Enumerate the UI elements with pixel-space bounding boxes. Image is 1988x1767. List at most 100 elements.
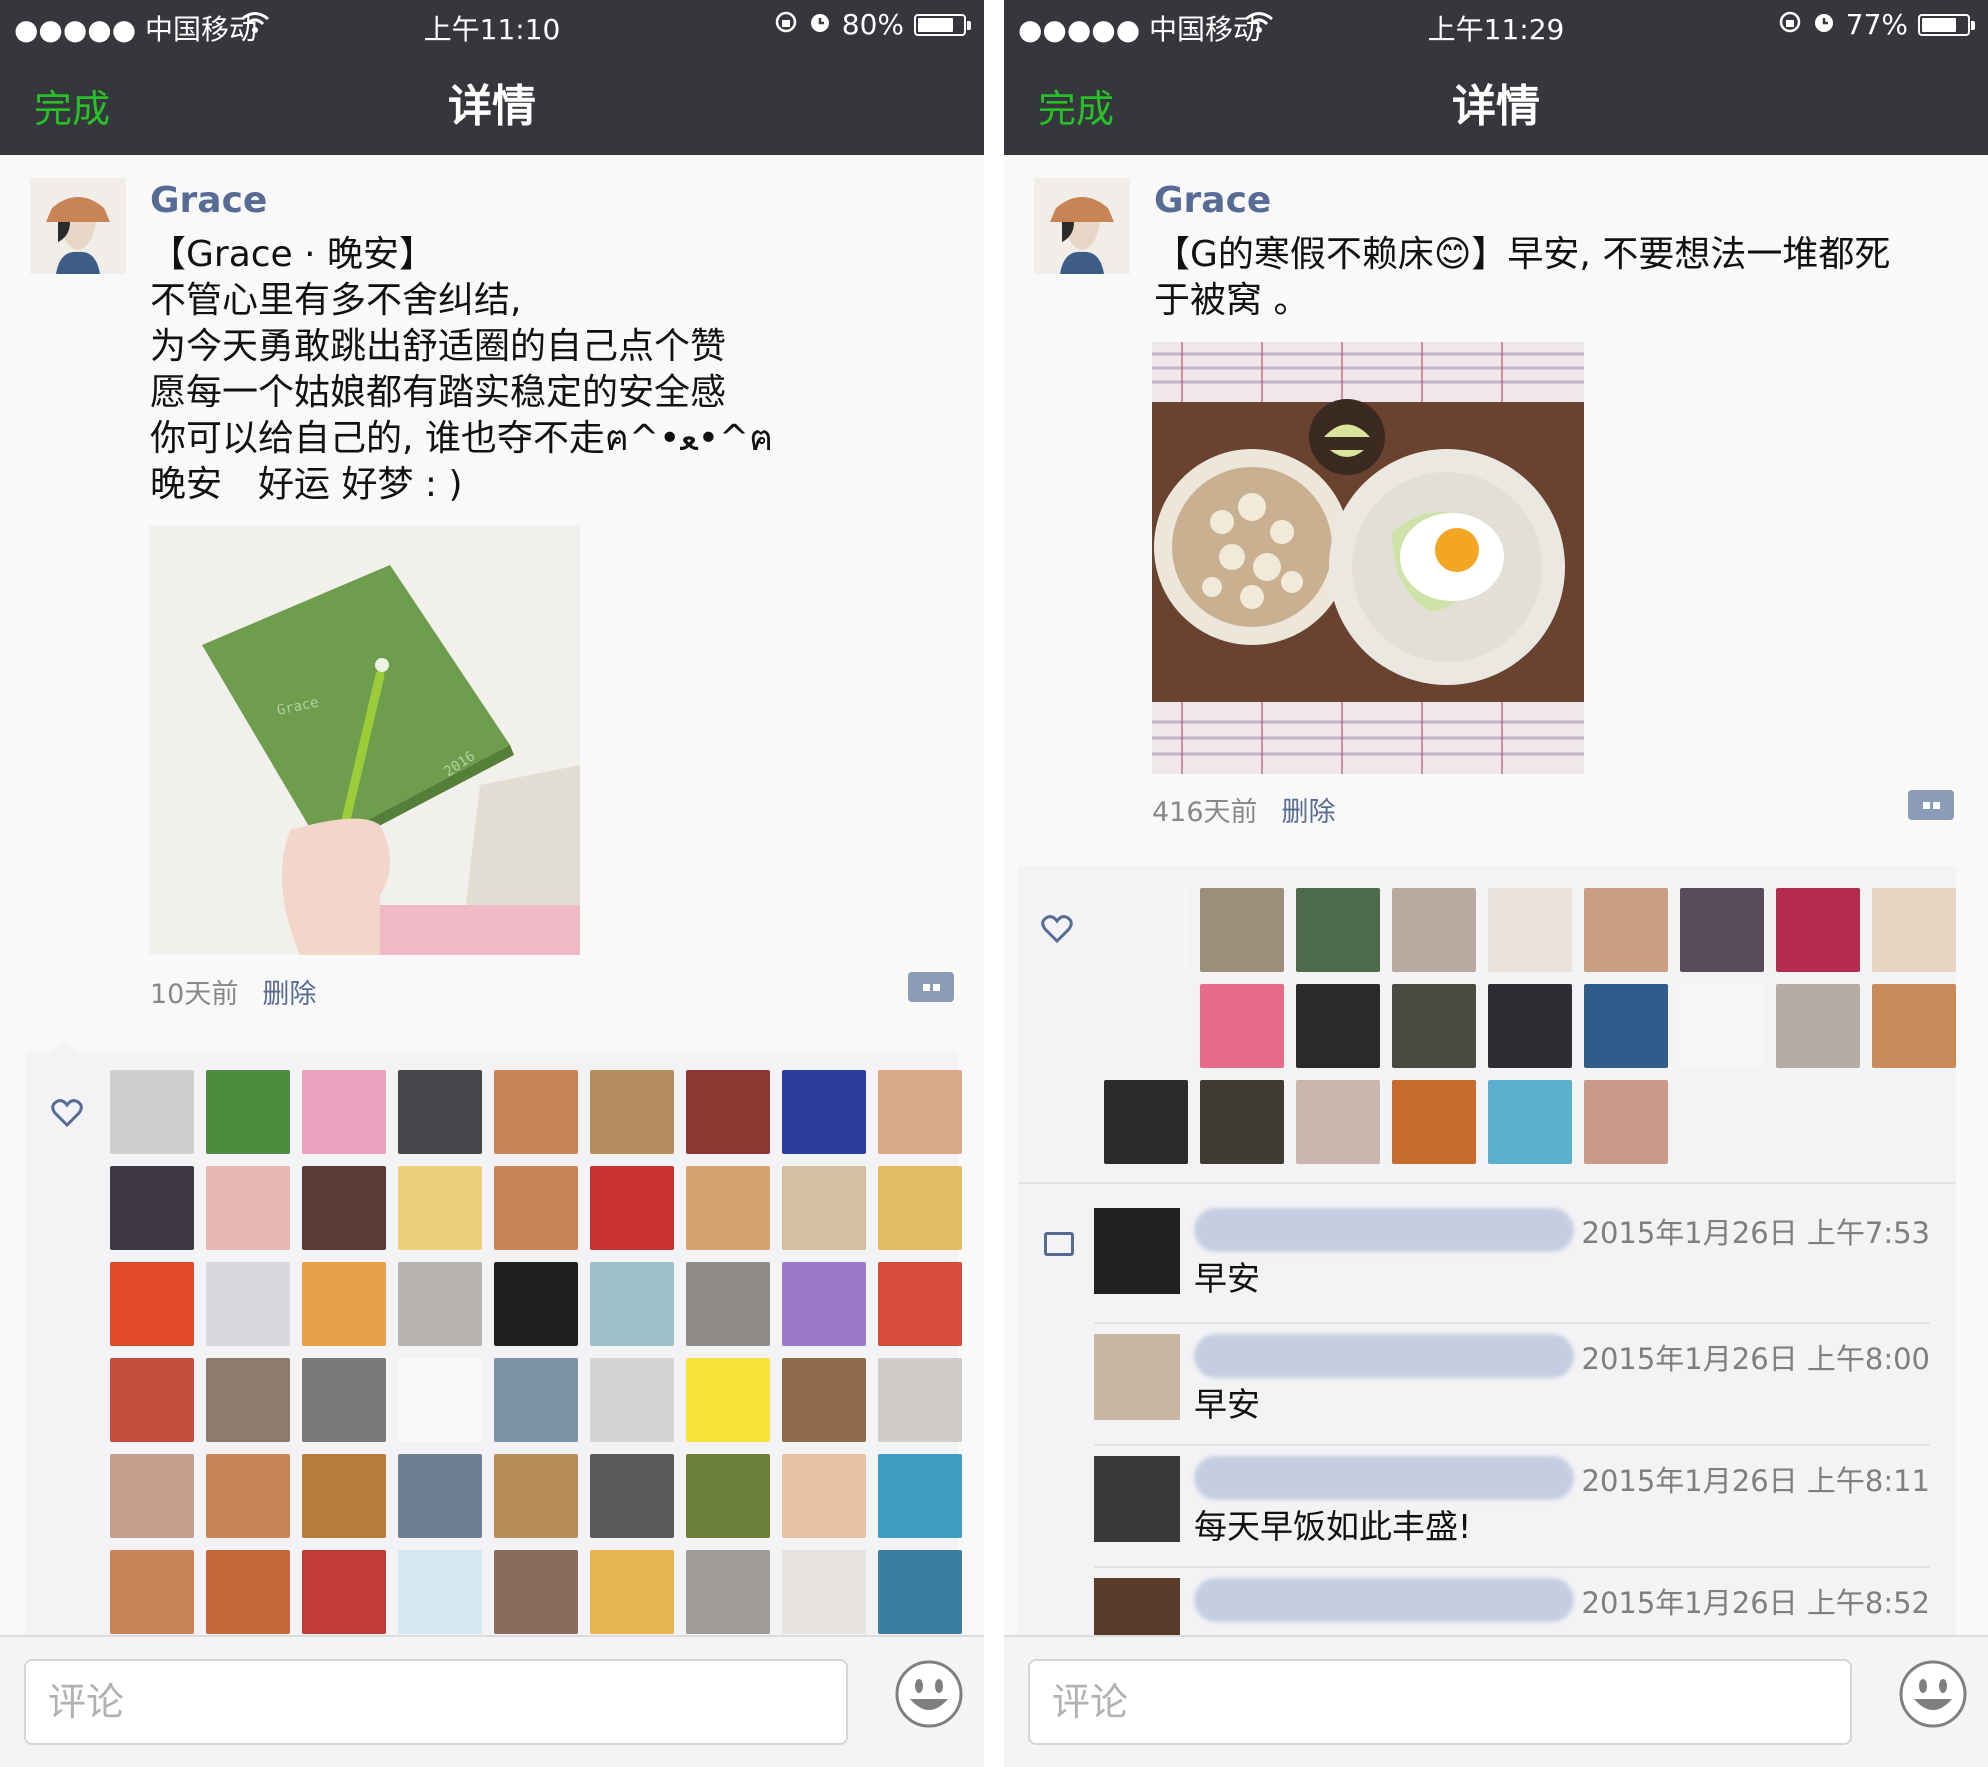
liker-avatar[interactable] [686, 1550, 770, 1634]
liker-avatar[interactable] [398, 1550, 482, 1634]
liker-avatar[interactable] [494, 1070, 578, 1154]
liker-avatar[interactable] [686, 1262, 770, 1346]
liker-avatar[interactable] [782, 1262, 866, 1346]
liker-avatar[interactable] [686, 1358, 770, 1442]
liker-avatar[interactable] [302, 1454, 386, 1538]
commenter-avatar[interactable] [1094, 1456, 1180, 1542]
liker-avatar[interactable] [1104, 1080, 1188, 1164]
liker-avatar[interactable] [494, 1262, 578, 1346]
comment-input[interactable]: 评论 [1028, 1659, 1852, 1745]
liker-avatar[interactable] [110, 1262, 194, 1346]
liker-avatar[interactable] [302, 1166, 386, 1250]
author-name[interactable]: Grace [1154, 180, 1271, 221]
liker-avatar[interactable] [206, 1454, 290, 1538]
liker-avatar[interactable] [1104, 984, 1188, 1068]
liker-avatar[interactable] [1584, 984, 1668, 1068]
liker-avatar[interactable] [686, 1454, 770, 1538]
liker-avatar[interactable] [878, 1166, 962, 1250]
commenter-avatar[interactable] [1094, 1208, 1180, 1294]
liker-avatar[interactable] [878, 1358, 962, 1442]
comment-item[interactable]: 2015年1月26日 上午7:53 早安 [1094, 1196, 1956, 1320]
liker-avatar[interactable] [1200, 888, 1284, 972]
liker-avatar[interactable] [206, 1070, 290, 1154]
liker-avatar[interactable] [110, 1550, 194, 1634]
liker-avatar[interactable] [1488, 888, 1572, 972]
liker-avatar[interactable] [782, 1358, 866, 1442]
emoji-icon[interactable] [1898, 1659, 1968, 1729]
liker-avatar[interactable] [1104, 888, 1188, 972]
post-photo[interactable] [1152, 342, 1584, 774]
liker-avatar[interactable] [1680, 888, 1764, 972]
liker-avatar[interactable] [590, 1358, 674, 1442]
liker-avatar[interactable] [302, 1262, 386, 1346]
liker-avatar[interactable] [782, 1166, 866, 1250]
liker-avatar[interactable] [1680, 984, 1764, 1068]
liker-avatar[interactable] [1488, 1080, 1572, 1164]
liker-avatar[interactable] [1296, 1080, 1380, 1164]
liker-avatar[interactable] [590, 1262, 674, 1346]
status-bar: ●●●●● 中国移动 上午11:10 80% [0, 0, 984, 50]
liker-avatar[interactable] [878, 1262, 962, 1346]
liker-avatar[interactable] [1872, 888, 1956, 972]
liker-avatar[interactable] [206, 1262, 290, 1346]
post-photo[interactable]: Grace 2016 [150, 525, 580, 955]
commenter-avatar[interactable] [1094, 1334, 1180, 1420]
liker-avatar[interactable] [1584, 1080, 1668, 1164]
comment-item[interactable]: 2015年1月26日 上午8:11 每天早饭如此丰盛! [1094, 1444, 1956, 1568]
liker-avatar[interactable] [110, 1454, 194, 1538]
liker-avatar[interactable] [110, 1070, 194, 1154]
liker-avatar[interactable] [302, 1070, 386, 1154]
liker-avatar[interactable] [686, 1166, 770, 1250]
liker-avatar[interactable] [590, 1166, 674, 1250]
liker-avatar[interactable] [398, 1166, 482, 1250]
liker-avatar[interactable] [590, 1070, 674, 1154]
liker-avatar[interactable] [878, 1070, 962, 1154]
liker-avatar[interactable] [590, 1454, 674, 1538]
liker-avatar[interactable] [1296, 984, 1380, 1068]
liker-avatar[interactable] [1200, 984, 1284, 1068]
delete-link[interactable]: 删除 [262, 979, 316, 1010]
liker-avatar[interactable] [398, 1454, 482, 1538]
liker-avatar[interactable] [1776, 984, 1860, 1068]
liker-avatar[interactable] [686, 1070, 770, 1154]
liker-avatar[interactable] [1296, 888, 1380, 972]
liker-avatar[interactable] [206, 1166, 290, 1250]
comment-action-icon[interactable] [1908, 790, 1954, 820]
liker-avatar[interactable] [494, 1358, 578, 1442]
liker-avatar[interactable] [1392, 984, 1476, 1068]
liker-avatar[interactable] [302, 1358, 386, 1442]
liker-avatar[interactable] [302, 1550, 386, 1634]
liker-avatar[interactable] [782, 1550, 866, 1634]
liker-avatar[interactable] [398, 1358, 482, 1442]
liker-avatar[interactable] [206, 1550, 290, 1634]
commenter-name-blurred [1194, 1208, 1574, 1252]
liker-avatar[interactable] [878, 1454, 962, 1538]
comment-action-icon[interactable] [908, 972, 954, 1002]
author-name[interactable]: Grace [150, 180, 267, 221]
liker-avatar[interactable] [110, 1358, 194, 1442]
liker-avatar[interactable] [494, 1550, 578, 1634]
liker-avatar[interactable] [1776, 888, 1860, 972]
liker-avatar[interactable] [1488, 984, 1572, 1068]
liker-avatar[interactable] [206, 1358, 290, 1442]
liker-avatar[interactable] [398, 1262, 482, 1346]
comment-item[interactable]: 2015年1月26日 上午8:00 早安 [1094, 1322, 1956, 1446]
author-avatar[interactable] [1034, 178, 1130, 274]
liker-avatar[interactable] [110, 1166, 194, 1250]
liker-avatar[interactable] [782, 1070, 866, 1154]
delete-link[interactable]: 删除 [1282, 797, 1336, 828]
liker-avatar[interactable] [1872, 984, 1956, 1068]
liker-avatar[interactable] [1200, 1080, 1284, 1164]
liker-avatar[interactable] [878, 1550, 962, 1634]
liker-avatar[interactable] [1584, 888, 1668, 972]
liker-avatar[interactable] [590, 1550, 674, 1634]
liker-avatar[interactable] [494, 1454, 578, 1538]
liker-avatar[interactable] [782, 1454, 866, 1538]
author-avatar[interactable] [30, 178, 126, 274]
liker-avatar[interactable] [398, 1070, 482, 1154]
liker-avatar[interactable] [1392, 1080, 1476, 1164]
liker-avatar[interactable] [494, 1166, 578, 1250]
comment-input[interactable]: 评论 [24, 1659, 848, 1745]
emoji-icon[interactable] [894, 1659, 964, 1729]
liker-avatar[interactable] [1392, 888, 1476, 972]
